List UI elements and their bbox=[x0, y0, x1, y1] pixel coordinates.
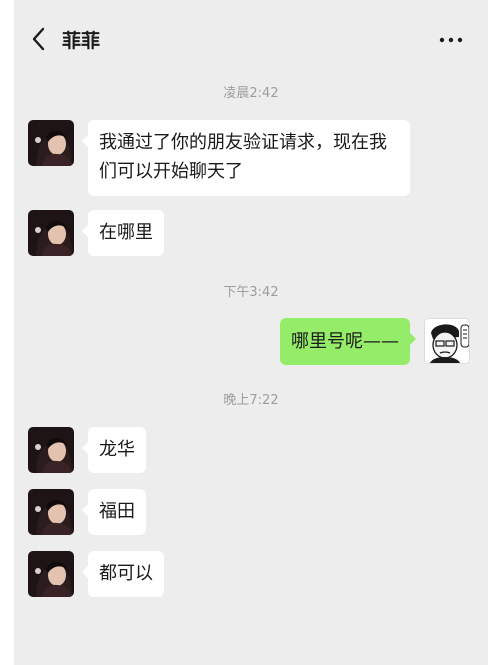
sent-message-bubble[interactable]: 哪里号呢—— bbox=[280, 318, 416, 365]
received-message-bubble[interactable]: 都可以 bbox=[82, 551, 164, 597]
user-avatar[interactable] bbox=[424, 318, 470, 364]
chevron-left-icon bbox=[32, 27, 45, 51]
contact-avatar[interactable] bbox=[28, 210, 74, 256]
chat-header: 菲菲 bbox=[14, 16, 488, 62]
avatar-portrait-image bbox=[28, 489, 74, 535]
received-message-bubble[interactable]: 福田 bbox=[82, 489, 146, 535]
received-message-bubble[interactable]: 龙华 bbox=[82, 427, 146, 473]
message-timestamp: 下午3:42 bbox=[223, 285, 279, 300]
more-options-button[interactable] bbox=[436, 28, 466, 52]
avatar-portrait-image bbox=[28, 551, 74, 597]
avatar-portrait-image bbox=[28, 210, 74, 256]
message-timestamp: 凌晨2:42 bbox=[223, 86, 279, 101]
avatar-portrait-image bbox=[28, 427, 74, 473]
contact-avatar[interactable] bbox=[28, 120, 74, 166]
contact-avatar[interactable] bbox=[28, 489, 74, 535]
chat-title: 菲菲 bbox=[62, 30, 101, 52]
status-bar bbox=[14, 0, 488, 8]
chat-screen: 菲菲 凌晨2:42 我通过了你的朋友验证请求，现在我们可以开始聊天了 在哪里 下… bbox=[14, 0, 488, 665]
received-message-bubble[interactable]: 在哪里 bbox=[82, 210, 164, 256]
contact-avatar[interactable] bbox=[28, 551, 74, 597]
message-timestamp: 晚上7:22 bbox=[223, 393, 279, 408]
avatar-portrait-image bbox=[28, 120, 74, 166]
avatar-cartoon-image bbox=[425, 319, 469, 363]
received-message-bubble[interactable]: 我通过了你的朋友验证请求，现在我们可以开始聊天了 bbox=[82, 120, 410, 196]
contact-avatar[interactable] bbox=[28, 427, 74, 473]
back-button[interactable] bbox=[26, 24, 52, 54]
more-dots-icon bbox=[439, 37, 463, 43]
